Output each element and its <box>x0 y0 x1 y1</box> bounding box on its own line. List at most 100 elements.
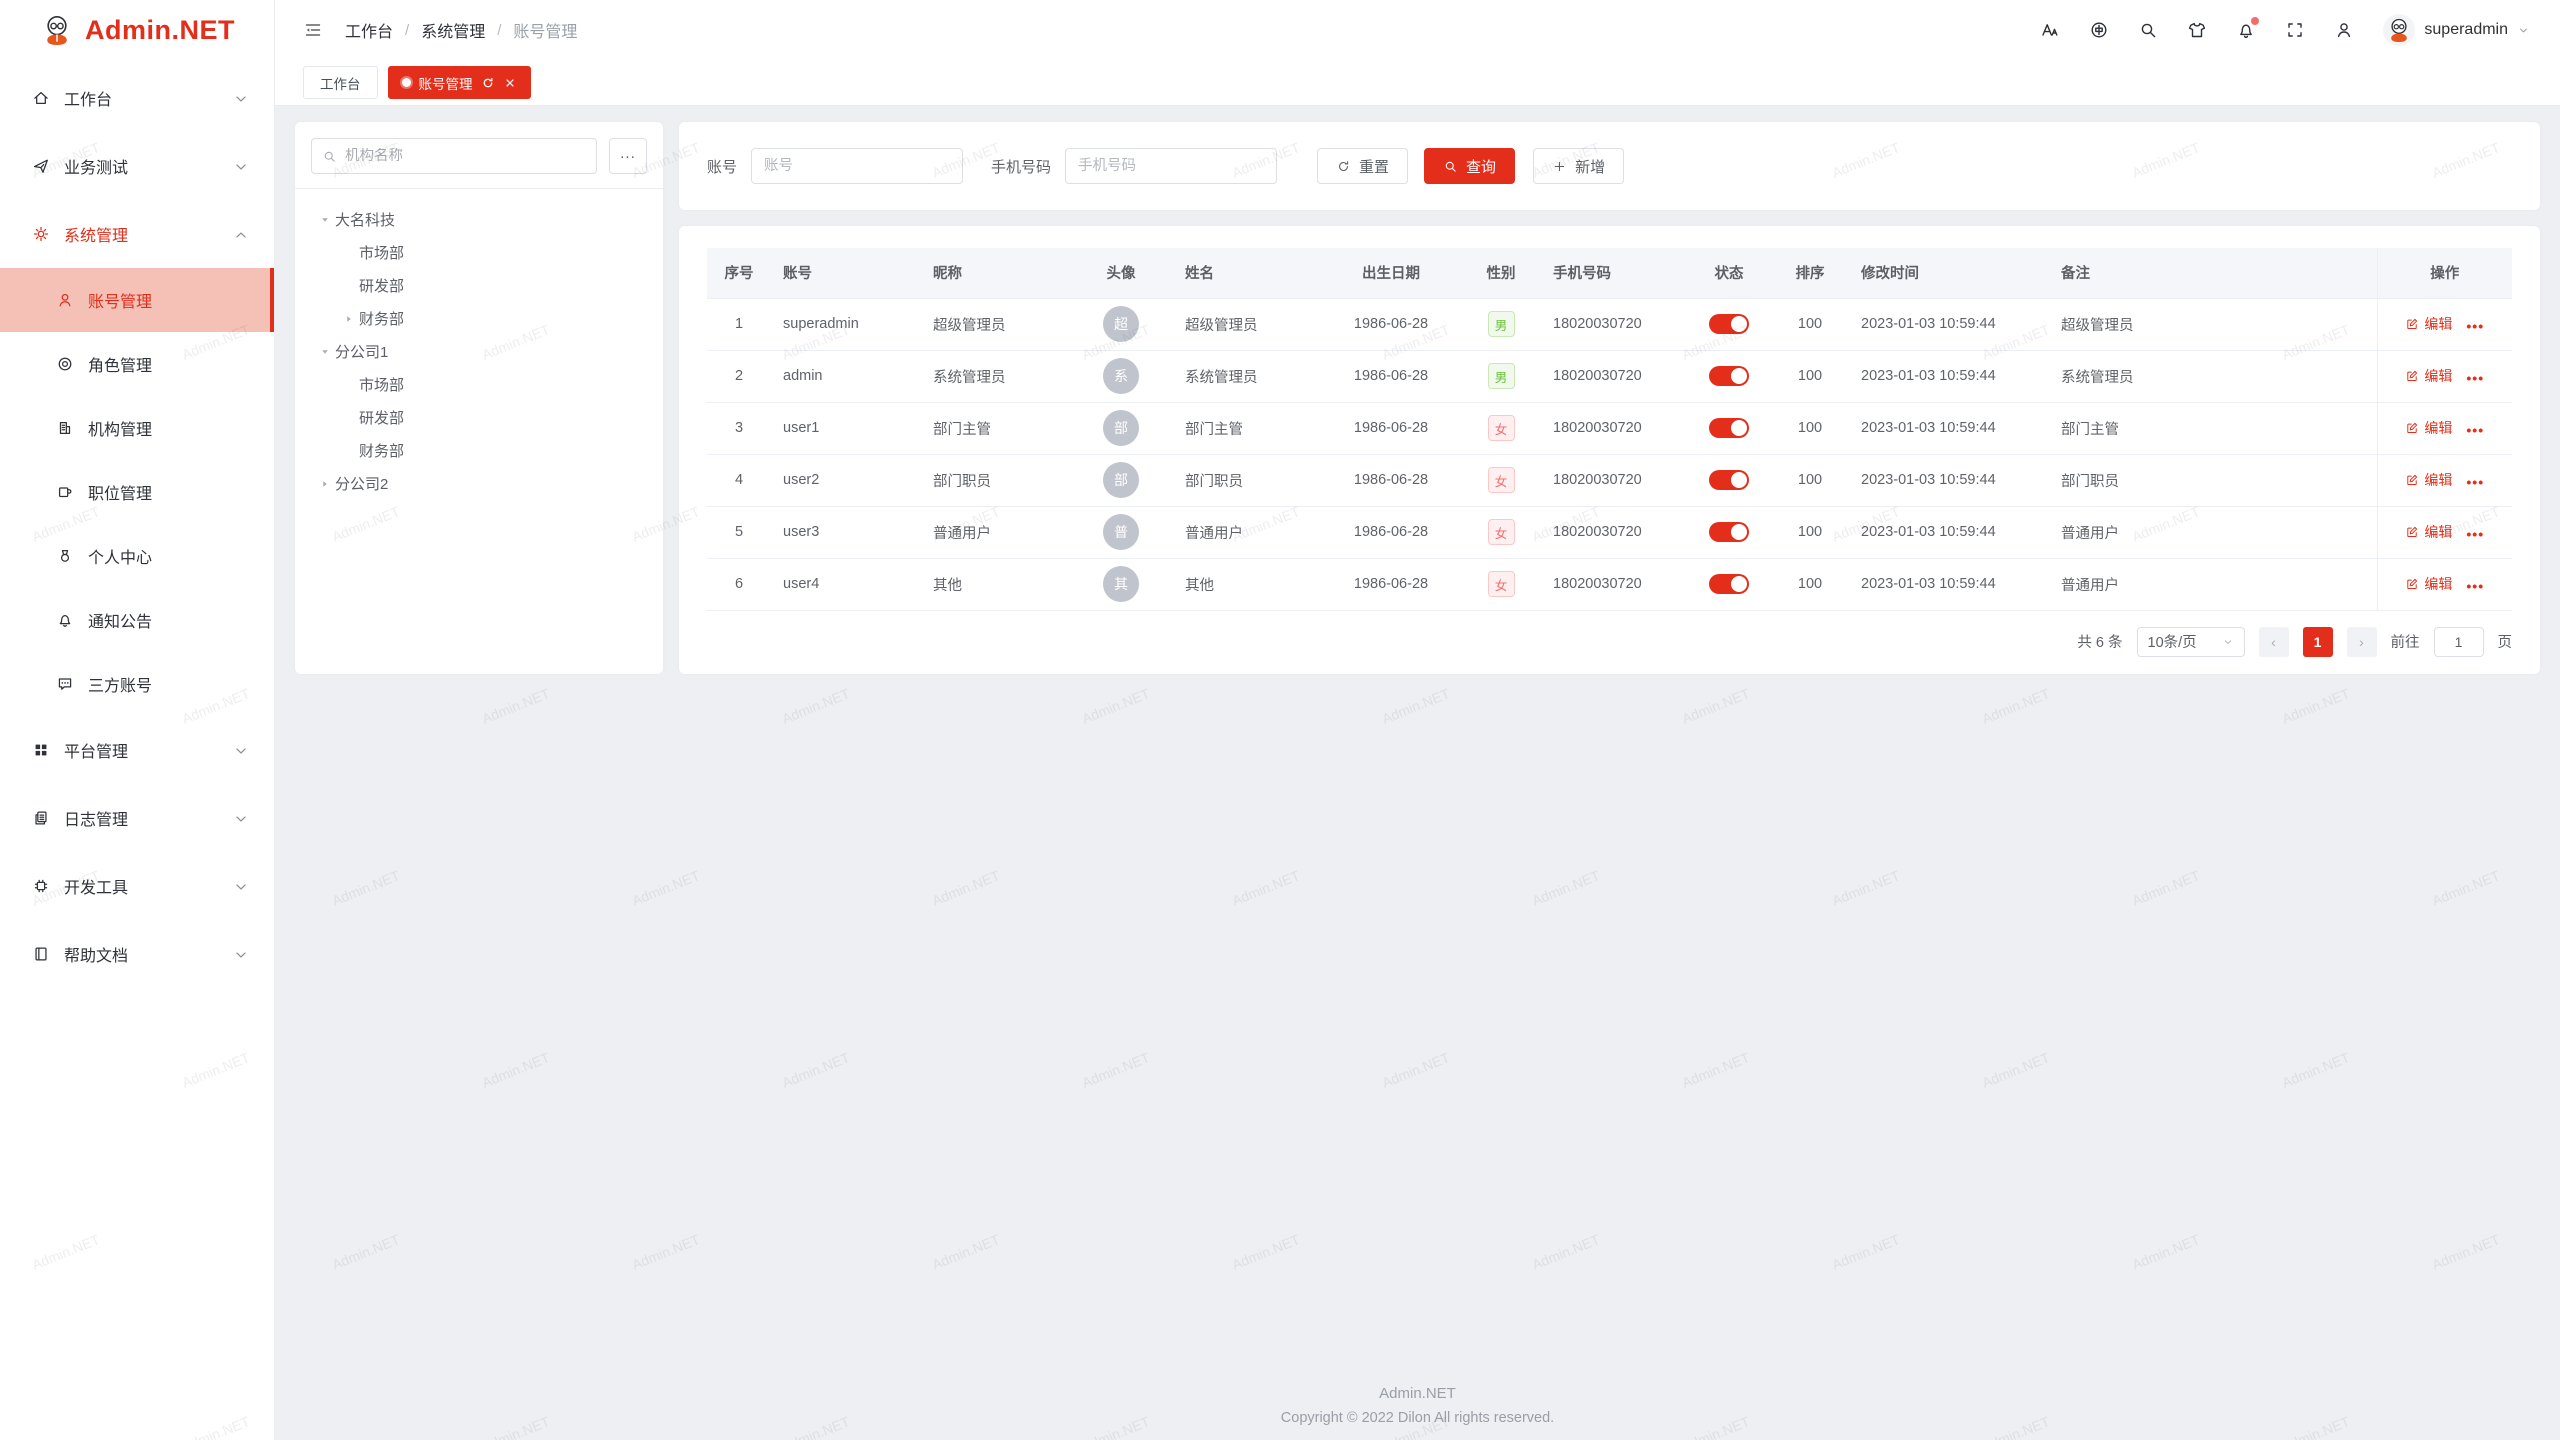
status-toggle[interactable] <box>1709 574 1749 594</box>
breadcrumb-separator: / <box>497 22 501 39</box>
org-more-button[interactable]: ... <box>609 138 647 174</box>
sidebar-item-帮助文档[interactable]: 帮助文档 <box>0 920 274 988</box>
tree-node-市场部[interactable]: 市场部 <box>311 236 647 269</box>
prev-page-button[interactable]: ‹ <box>2259 627 2289 657</box>
more-actions-button[interactable]: ••• <box>2466 526 2484 542</box>
sidebar-item-账号管理[interactable]: 账号管理 <box>0 268 274 332</box>
add-button[interactable]: 新增 <box>1533 148 1624 184</box>
notification-icon[interactable] <box>2236 20 2256 40</box>
query-button[interactable]: 查询 <box>1424 148 1515 184</box>
search-icon <box>322 149 337 164</box>
user-menu[interactable]: superadmin <box>2383 14 2530 46</box>
sidebar-item-机构管理[interactable]: 机构管理 <box>0 396 274 460</box>
gender-badge: 女 <box>1488 571 1515 597</box>
search-icon <box>1443 159 1458 174</box>
tab-label: 工作台 <box>320 73 361 93</box>
more-actions-button[interactable]: ••• <box>2466 422 2484 438</box>
caret-placeholder <box>339 412 359 424</box>
more-actions-button[interactable]: ••• <box>2466 370 2484 386</box>
user-icon[interactable] <box>2334 20 2354 40</box>
sidebar-item-系统管理[interactable]: 系统管理 <box>0 200 274 268</box>
status-toggle[interactable] <box>1709 314 1749 334</box>
page-unit-label: 页 <box>2498 631 2513 652</box>
platform-icon <box>32 741 50 759</box>
phone-input[interactable] <box>1065 148 1277 184</box>
tree-node-财务部[interactable]: 财务部 <box>311 302 647 335</box>
more-actions-button[interactable]: ••• <box>2466 474 2484 490</box>
tree-node-研发部[interactable]: 研发部 <box>311 269 647 302</box>
status-toggle[interactable] <box>1709 366 1749 386</box>
tab-工作台[interactable]: 工作台 <box>303 66 378 99</box>
thirdparty-icon <box>56 675 74 693</box>
search-icon[interactable] <box>2138 20 2158 40</box>
breadcrumb-item[interactable]: 系统管理 <box>421 18 485 42</box>
edit-button[interactable]: 编辑 <box>2405 314 2452 334</box>
cell-order: 100 <box>1771 402 1849 454</box>
org-search-input[interactable] <box>345 148 586 164</box>
current-page[interactable]: 1 <box>2303 627 2333 657</box>
sidebar-item-三方账号[interactable]: 三方账号 <box>0 652 274 716</box>
next-page-button[interactable]: › <box>2347 627 2377 657</box>
edit-button[interactable]: 编辑 <box>2405 470 2452 490</box>
page-content: ... 大名科技市场部研发部财务部分公司1市场部研发部财务部分公司2 账号 手机… <box>275 106 2560 1385</box>
edit-button[interactable]: 编辑 <box>2405 574 2452 594</box>
sidebar-item-工作台[interactable]: 工作台 <box>0 64 274 132</box>
edit-button[interactable]: 编辑 <box>2405 522 2452 542</box>
more-actions-button[interactable]: ••• <box>2466 318 2484 334</box>
cell-index: 4 <box>707 454 771 506</box>
sidebar-item-角色管理[interactable]: 角色管理 <box>0 332 274 396</box>
goto-page-input[interactable] <box>2434 627 2484 657</box>
user-avatar <box>2383 14 2415 46</box>
tree-node-财务部[interactable]: 财务部 <box>311 434 647 467</box>
column-header-操作: 操作 <box>2377 248 2512 298</box>
theme-icon[interactable] <box>2187 20 2207 40</box>
tree-node-分公司2[interactable]: 分公司2 <box>311 467 647 500</box>
cell-nickname: 普通用户 <box>921 506 1069 558</box>
refresh-icon[interactable] <box>481 76 495 90</box>
sidebar-item-平台管理[interactable]: 平台管理 <box>0 716 274 784</box>
tree-node-分公司1[interactable]: 分公司1 <box>311 335 647 368</box>
account-input[interactable] <box>751 148 963 184</box>
sidebar-item-开发工具[interactable]: 开发工具 <box>0 852 274 920</box>
tree-node-大名科技[interactable]: 大名科技 <box>311 203 647 236</box>
cell-modified-time: 2023-01-03 10:59:44 <box>1849 402 2049 454</box>
language-icon[interactable] <box>2089 20 2109 40</box>
tab-账号管理[interactable]: 账号管理 <box>388 66 531 99</box>
avatar: 部 <box>1103 410 1139 446</box>
tree-caret-down-icon[interactable] <box>315 346 335 358</box>
sidebar-item-日志管理[interactable]: 日志管理 <box>0 784 274 852</box>
cell-index: 5 <box>707 506 771 558</box>
status-toggle[interactable] <box>1709 522 1749 542</box>
edit-button[interactable]: 编辑 <box>2405 418 2452 438</box>
fullscreen-icon[interactable] <box>2285 20 2305 40</box>
sidebar-item-业务测试[interactable]: 业务测试 <box>0 132 274 200</box>
tree-node-市场部[interactable]: 市场部 <box>311 368 647 401</box>
tree-caret-right-icon[interactable] <box>339 313 359 325</box>
phone-label: 手机号码 <box>991 156 1051 177</box>
cell-name: 部门职员 <box>1173 454 1321 506</box>
edit-button[interactable]: 编辑 <box>2405 366 2452 386</box>
close-icon[interactable] <box>503 76 517 90</box>
reset-button[interactable]: 重置 <box>1317 148 1408 184</box>
table-row: 1superadmin超级管理员超超级管理员1986-06-28男1802003… <box>707 298 2512 350</box>
breadcrumb-item[interactable]: 工作台 <box>345 18 393 42</box>
tree-caret-down-icon[interactable] <box>315 214 335 226</box>
cell-avatar: 超 <box>1069 298 1173 350</box>
sidebar-item-个人中心[interactable]: 个人中心 <box>0 524 274 588</box>
tree-node-研发部[interactable]: 研发部 <box>311 401 647 434</box>
column-header-姓名: 姓名 <box>1173 248 1321 298</box>
sidebar-item-职位管理[interactable]: 职位管理 <box>0 460 274 524</box>
status-toggle[interactable] <box>1709 418 1749 438</box>
more-actions-button[interactable]: ••• <box>2466 578 2484 594</box>
tree-node-label: 财务部 <box>359 440 404 461</box>
org-search-field[interactable] <box>311 138 597 174</box>
tree-caret-right-icon[interactable] <box>315 478 335 490</box>
cell-operations: 编辑 ••• <box>2377 506 2512 558</box>
menu-fold-icon[interactable] <box>303 20 323 40</box>
page-size-select[interactable]: 10条/页 <box>2137 627 2245 657</box>
status-toggle[interactable] <box>1709 470 1749 490</box>
font-size-icon[interactable] <box>2040 20 2060 40</box>
app-logo[interactable]: Admin.NET <box>0 0 274 60</box>
sidebar-item-通知公告[interactable]: 通知公告 <box>0 588 274 652</box>
sidebar-item-label: 业务测试 <box>64 154 218 178</box>
